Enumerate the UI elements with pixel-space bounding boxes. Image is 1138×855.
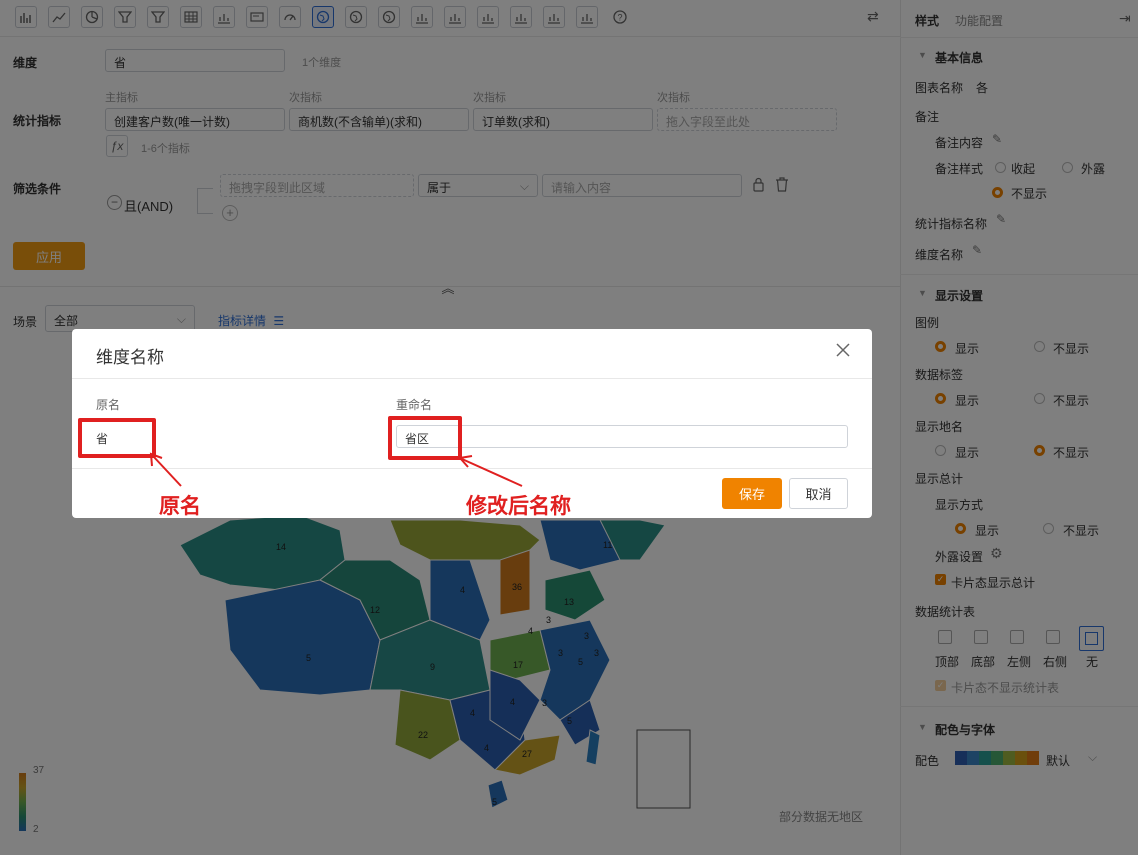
rename-input[interactable]: 省区: [396, 425, 848, 448]
cancel-button[interactable]: 取消: [789, 478, 848, 509]
rename-header: 重命名: [396, 398, 433, 412]
app-window: ?⇄ 维度 省 1个维度 主指标 次指标 次指标 次指标 统计指标 创建客户数(…: [0, 0, 1138, 855]
save-button[interactable]: 保存: [722, 478, 782, 509]
original-name-header: 原名: [96, 398, 121, 412]
dialog-divider: [72, 468, 872, 469]
annotation-box-rename: [388, 416, 462, 460]
annotation-box-original: [78, 418, 156, 458]
annotation-original-note: 原名: [159, 495, 201, 518]
close-icon[interactable]: [834, 341, 852, 359]
dialog-divider: [72, 378, 872, 379]
dialog-title: 维度名称: [96, 348, 164, 367]
annotation-rename-note: 修改后名称: [466, 495, 571, 518]
